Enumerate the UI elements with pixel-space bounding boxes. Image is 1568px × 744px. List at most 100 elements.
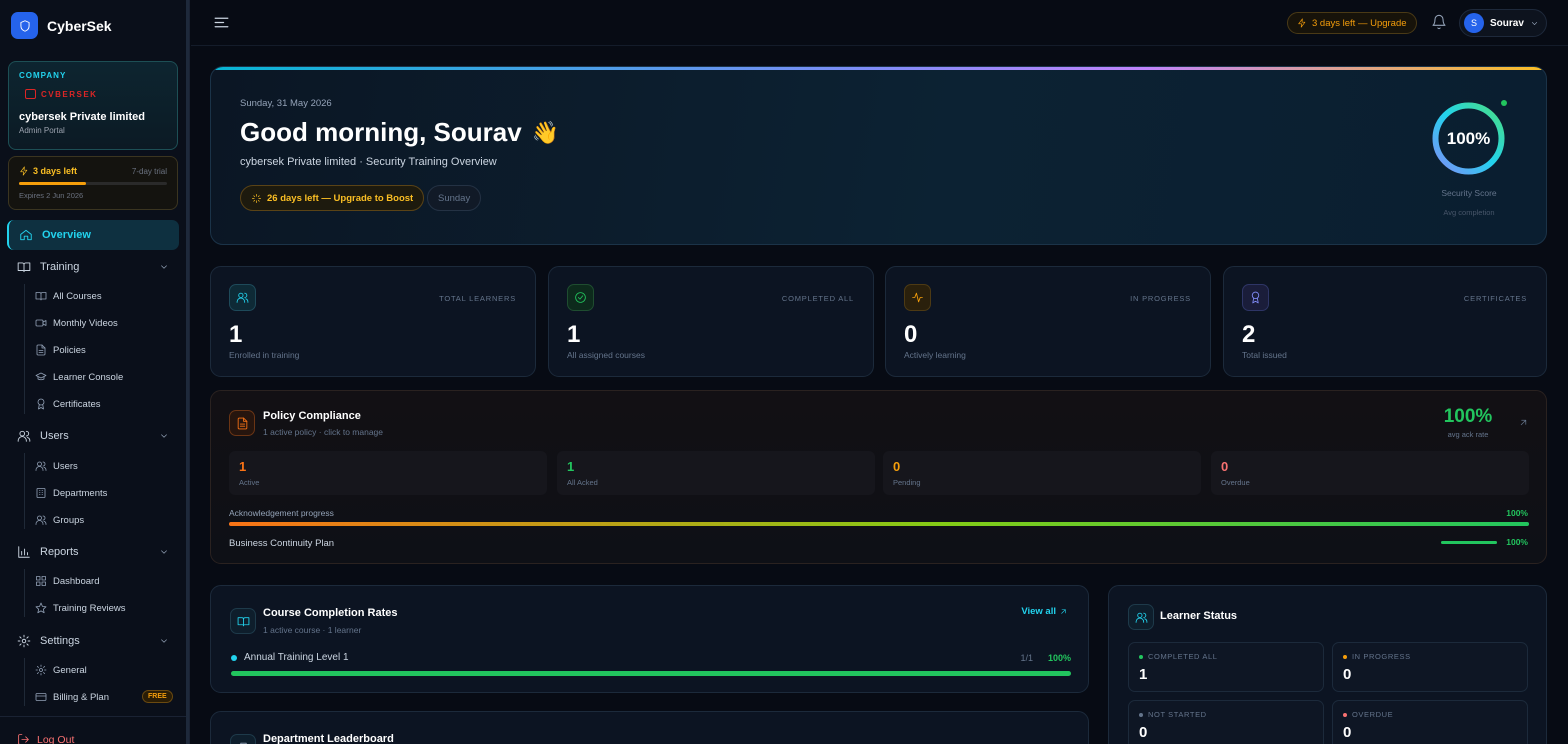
logout-button[interactable]: Log Out xyxy=(17,733,74,744)
sidebar: CyberSek COMPANY CVBERSEK cybersek Priva… xyxy=(0,0,190,744)
upgrade-boost-button[interactable]: 26 days left — Upgrade to Boost xyxy=(240,185,425,211)
trial-card[interactable]: 3 days left 7-day trial Expires 2 Jun 20… xyxy=(8,156,178,210)
gear-icon xyxy=(35,664,47,676)
nav-item-departments[interactable]: Departments xyxy=(35,487,107,499)
view-all-link[interactable]: View all xyxy=(1021,606,1068,617)
nav-section-users[interactable]: Users xyxy=(17,429,169,443)
policy-stat-active: 1 Active xyxy=(229,451,547,495)
policy-ack-rate-label: avg ack rate xyxy=(1447,430,1489,439)
notifications-button[interactable] xyxy=(1431,14,1447,30)
stat-card-in-progress[interactable]: IN PROGRESS 0 Actively learning xyxy=(885,266,1211,377)
bar-chart-icon xyxy=(18,546,30,558)
company-tag: COMPANY xyxy=(19,71,67,80)
company-logo-icon xyxy=(25,89,36,99)
free-plan-badge: FREE xyxy=(142,690,173,703)
trial-type: 7-day trial xyxy=(131,166,167,176)
star-icon xyxy=(35,602,47,614)
users-icon xyxy=(229,284,256,311)
ack-progress-pct: 100% xyxy=(1506,508,1528,518)
brand-name: CyberSek xyxy=(47,17,112,34)
nav-item-users[interactable]: Users xyxy=(35,460,78,472)
trial-days: 3 days left xyxy=(19,166,77,176)
nav-item-groups[interactable]: Groups xyxy=(35,514,84,526)
stat-value: 0 xyxy=(904,321,918,348)
nav-item-policies[interactable]: Policies xyxy=(35,344,86,356)
learner-status-card: Learner Status COMPLETED ALL 1 IN PROGRE… xyxy=(1108,585,1547,744)
learner-stat-completed: COMPLETED ALL 1 xyxy=(1128,642,1324,692)
chevron-down-icon xyxy=(161,639,167,643)
stat-label: CERTIFICATES xyxy=(1463,294,1527,303)
course-completion-card: Course Completion Rates 1 active course … xyxy=(210,585,1089,693)
policy-ack-rate: 100% xyxy=(1443,406,1493,427)
open-policy-button[interactable] xyxy=(1518,417,1529,428)
book-icon xyxy=(17,262,31,273)
learner-stat-value: 0 xyxy=(1139,724,1148,741)
brand[interactable]: CyberSek xyxy=(11,12,112,39)
bolt-icon xyxy=(1298,18,1306,28)
arrow-up-right-icon xyxy=(1061,609,1066,614)
nav-tree-line xyxy=(24,658,25,706)
nav-item-dashboard[interactable]: Dashboard xyxy=(35,575,99,587)
shield-logo-icon xyxy=(11,12,38,39)
trial-expires: Expires 2 Jun 2026 xyxy=(19,191,84,200)
chevron-down-icon xyxy=(1531,21,1537,25)
policy-item-bar xyxy=(1441,541,1497,544)
nav-section-settings[interactable]: Settings xyxy=(17,634,169,648)
user-name: Sourav xyxy=(1490,17,1524,29)
stat-card-completed-all[interactable]: COMPLETED ALL 1 All assigned courses xyxy=(548,266,874,377)
trial-progress-fill xyxy=(19,182,86,185)
course-card-title: Course Completion Rates xyxy=(263,607,398,619)
stat-sub: Total issued xyxy=(1242,350,1287,360)
policy-compliance-card[interactable]: Policy Compliance 1 active policy · clic… xyxy=(210,390,1547,564)
learner-stat-overdue: OVERDUE 0 xyxy=(1332,700,1528,744)
status-dot xyxy=(1139,654,1143,659)
nav-item-all-courses[interactable]: All Courses xyxy=(35,290,102,302)
security-score-label: Security Score xyxy=(1441,188,1497,198)
hero-subtitle: cybersek Private limited · Security Trai… xyxy=(240,156,497,168)
ack-progress-fill xyxy=(229,522,1529,526)
course-row[interactable]: Annual Training Level 1 1/1 100% xyxy=(231,652,1071,663)
course-pct: 100% xyxy=(1047,652,1071,663)
status-dot xyxy=(1343,712,1347,717)
logout-icon xyxy=(18,734,29,744)
book-open-icon xyxy=(230,608,256,634)
nav-tree-line xyxy=(24,569,25,617)
policy-stat-label: Active xyxy=(239,478,260,487)
company-role: Admin Portal xyxy=(19,126,65,135)
home-icon xyxy=(20,229,32,241)
arrow-up-right-icon xyxy=(1520,419,1527,426)
policy-stat-label: All Acked xyxy=(567,478,598,487)
nav-item-monthly-videos[interactable]: Monthly Videos xyxy=(35,317,118,329)
stat-card-certificates[interactable]: CERTIFICATES 2 Total issued xyxy=(1223,266,1547,377)
policy-title: Policy Compliance xyxy=(263,410,361,422)
nav-item-certificates[interactable]: Certificates xyxy=(35,398,101,410)
policy-item-pct: 100% xyxy=(1506,537,1528,547)
users-icon xyxy=(17,430,31,442)
nav-section-training[interactable]: Training xyxy=(17,260,169,274)
users-icon xyxy=(35,461,47,471)
nav-overview[interactable]: Overview xyxy=(7,220,179,250)
learner-stat-value: 1 xyxy=(1139,666,1148,683)
hero-gradient-bar xyxy=(211,67,1546,70)
waving-hand-icon: 👋 xyxy=(531,119,560,145)
chevron-down-icon xyxy=(161,434,167,438)
nav-item-training-reviews[interactable]: Training Reviews xyxy=(35,602,126,614)
avatar: S xyxy=(1464,13,1484,33)
menu-toggle-button[interactable] xyxy=(213,14,230,31)
nav-item-billing-plan[interactable]: Billing & Plan xyxy=(35,691,109,703)
nav-section-reports[interactable]: Reports xyxy=(17,545,169,559)
day-badge: Sunday xyxy=(427,185,482,211)
topbar: 3 days left — Upgrade S Sourav xyxy=(191,0,1568,46)
stat-card-total-learners[interactable]: TOTAL LEARNERS 1 Enrolled in training xyxy=(210,266,536,377)
course-count: 1/1 xyxy=(1020,652,1033,663)
nav-tree-line xyxy=(24,453,25,529)
course-card-subtitle: 1 active course · 1 learner xyxy=(263,625,362,635)
stat-sub: Actively learning xyxy=(904,350,966,360)
upgrade-button[interactable]: 3 days left — Upgrade xyxy=(1287,12,1417,34)
status-dot xyxy=(1139,712,1143,717)
security-score-sub: Avg completion xyxy=(1443,208,1495,217)
nav-item-general[interactable]: General xyxy=(35,664,87,676)
user-menu[interactable]: S Sourav xyxy=(1459,9,1547,37)
nav-item-learner-console[interactable]: Learner Console xyxy=(35,371,123,383)
bolt-icon xyxy=(20,166,28,176)
